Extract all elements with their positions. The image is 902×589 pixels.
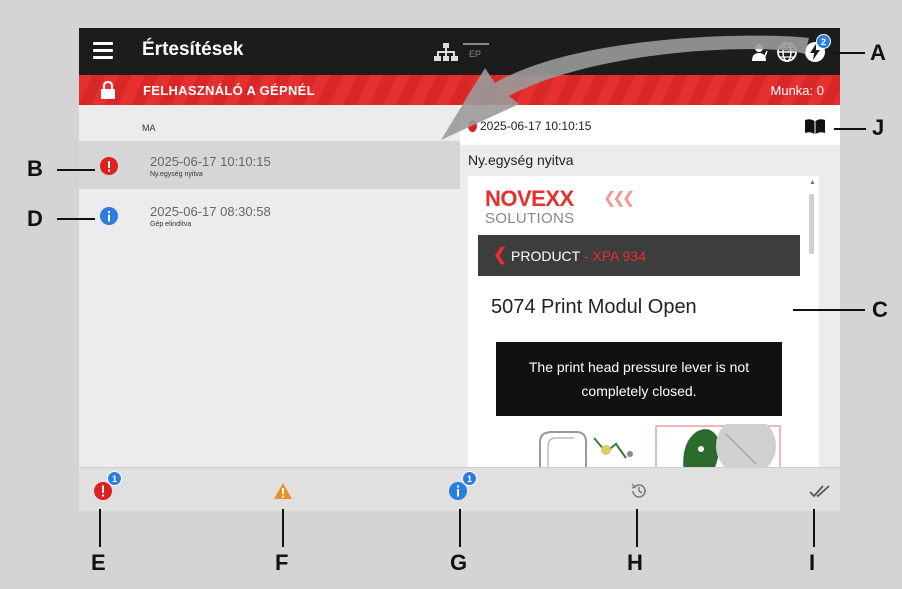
- tab-warnings[interactable]: [254, 472, 314, 508]
- callout-e: E: [91, 550, 106, 575]
- errors-count-badge: 1: [107, 471, 122, 486]
- mark-all-read-button[interactable]: [797, 472, 840, 508]
- callout-g-line: [459, 509, 461, 547]
- callout-a: A: [870, 40, 886, 65]
- callout-d-line: [57, 218, 95, 220]
- callout-c-line: [793, 309, 865, 311]
- warning-filter-icon: [274, 483, 292, 499]
- callout-b: B: [27, 156, 43, 181]
- callout-h: H: [627, 550, 643, 575]
- callout-d: D: [27, 206, 43, 231]
- tab-info[interactable]: 1: [435, 471, 495, 508]
- callout-e-line: [99, 509, 101, 547]
- tab-history[interactable]: [616, 472, 676, 508]
- callout-i: I: [809, 550, 816, 575]
- callout-b-line: [57, 169, 95, 171]
- bottom-filter-bar: 1 1: [79, 467, 840, 511]
- callout-f: F: [275, 550, 289, 575]
- callout-a-line: [833, 52, 865, 54]
- tab-errors[interactable]: 1: [81, 471, 141, 508]
- callout-c: C: [872, 297, 888, 322]
- double-check-icon: [809, 485, 830, 498]
- callout-i-line: [813, 509, 815, 547]
- curved-arrow-annotation: [441, 35, 809, 141]
- callout-f-line: [282, 509, 284, 547]
- device-screen: Értesítések EP 2 FELHASZNÁLÓ A GÉPNÉL Mu…: [79, 28, 840, 511]
- callout-j-line: [834, 128, 866, 130]
- history-icon: [631, 483, 646, 498]
- callout-g: G: [450, 550, 468, 575]
- callout-h-line: [636, 509, 638, 547]
- info-count-badge: 1: [462, 471, 477, 486]
- callout-j: J: [872, 115, 885, 140]
